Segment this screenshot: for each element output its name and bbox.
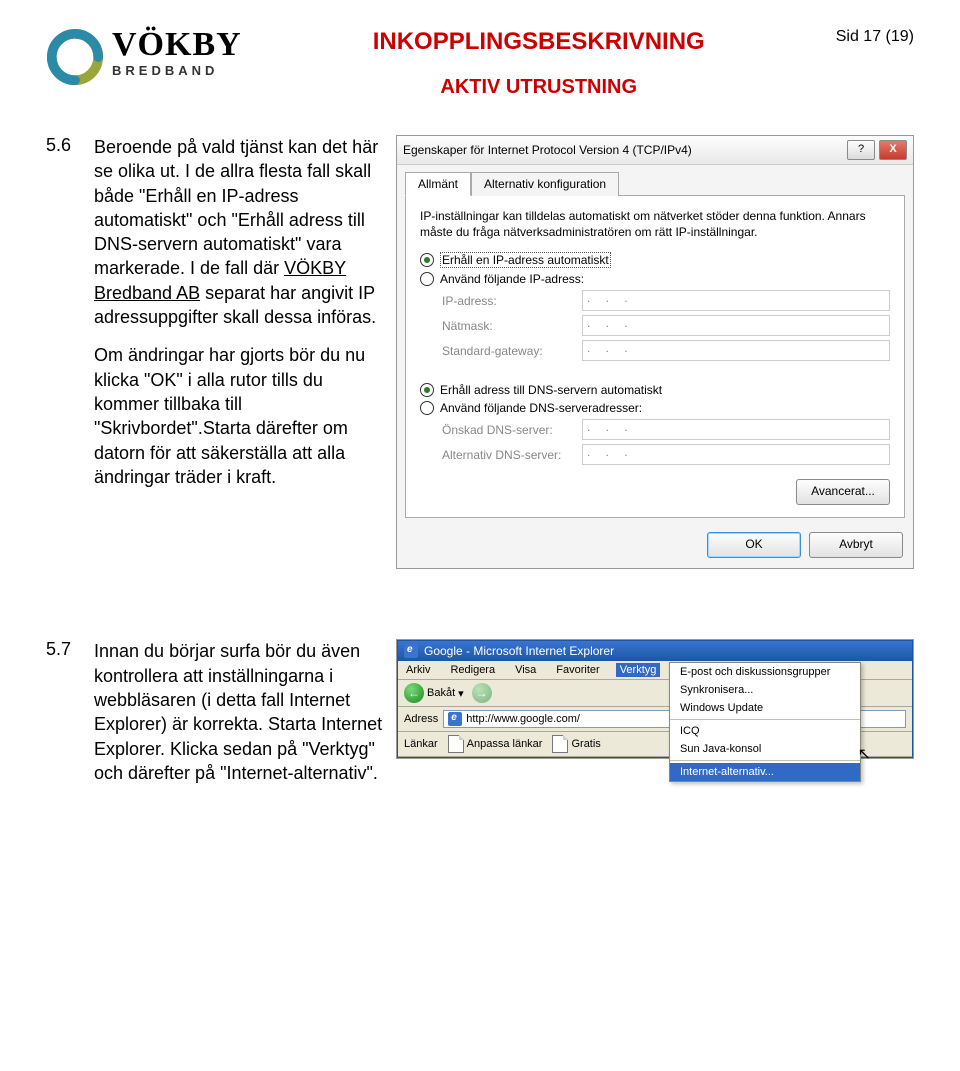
- tcpip-dialog-screenshot: Egenskaper för Internet Protocol Version…: [396, 135, 914, 569]
- dns1-input[interactable]: . . .: [582, 419, 890, 440]
- forward-button[interactable]: →: [472, 683, 492, 703]
- dns2-input[interactable]: . . .: [582, 444, 890, 465]
- close-button[interactable]: X: [879, 140, 907, 160]
- doc-subtitle: AKTIV UTRUSTNING: [242, 76, 836, 99]
- back-arrow-icon: ←: [404, 683, 424, 703]
- logo-name: VÖKBY: [112, 28, 242, 62]
- step-text-p2: Om ändringar har gjorts bör du nu klicka…: [94, 343, 384, 489]
- radio-obtain-dns[interactable]: Erhåll adress till DNS-servern automatis…: [420, 383, 890, 397]
- gateway-label: Standard-gateway:: [442, 344, 582, 358]
- cursor-icon: ↖: [858, 744, 871, 764]
- radio-label: Erhåll en IP-adress automatiskt: [440, 252, 611, 268]
- dialog-title: Egenskaper för Internet Protocol Version…: [403, 143, 692, 157]
- ip-input[interactable]: . . .: [582, 290, 890, 311]
- step-number: 5.6: [46, 135, 82, 156]
- menu-favoriter[interactable]: Favoriter: [552, 663, 603, 677]
- ie-window-title: Google - Microsoft Internet Explorer: [424, 644, 614, 658]
- dd-item-icq[interactable]: ICQ: [670, 722, 860, 740]
- step-5-6: 5.6 Beroende på vald tjänst kan det här …: [46, 135, 914, 569]
- page-icon: [552, 735, 568, 753]
- cancel-button[interactable]: Avbryt: [809, 532, 903, 558]
- gateway-input[interactable]: . . .: [582, 340, 890, 361]
- dd-item-update[interactable]: Windows Update: [670, 699, 860, 717]
- back-label: Bakåt: [427, 687, 455, 699]
- dd-item-sync[interactable]: Synkronisera...: [670, 681, 860, 699]
- logo-swirl-icon: [46, 28, 104, 86]
- radio-icon: [420, 253, 434, 267]
- dd-item-epost[interactable]: E-post och diskussionsgrupper: [670, 663, 860, 681]
- radio-label: Använd följande DNS-serveradresser:: [440, 401, 642, 415]
- dns2-label: Alternativ DNS-server:: [442, 448, 582, 462]
- dd-item-internet-options[interactable]: Internet-alternativ...: [670, 763, 860, 781]
- dns1-label: Önskad DNS-server:: [442, 423, 582, 437]
- link-gratis[interactable]: Gratis: [552, 735, 600, 753]
- radio-icon: [420, 383, 434, 397]
- menu-verktyg[interactable]: Verktyg: [616, 663, 661, 677]
- radio-label: Erhåll adress till DNS-servern automatis…: [440, 383, 662, 397]
- ip-label: IP-adress:: [442, 294, 582, 308]
- step-5-7: 5.7 Innan du börjar surfa bör du även ko…: [46, 639, 914, 799]
- netmask-label: Nätmask:: [442, 319, 582, 333]
- verktyg-dropdown: E-post och diskussionsgrupper Synkronise…: [669, 662, 861, 782]
- netmask-input[interactable]: . . .: [582, 315, 890, 336]
- advanced-button[interactable]: Avancerat...: [796, 479, 890, 505]
- dialog-titlebar[interactable]: Egenskaper för Internet Protocol Version…: [397, 136, 913, 165]
- step-text: Innan du börjar surfa bör du även kontro…: [94, 639, 384, 785]
- menu-arkiv[interactable]: Arkiv: [402, 663, 434, 677]
- dd-item-java[interactable]: Sun Java-konsol: [670, 740, 860, 758]
- step-body: Innan du börjar surfa bör du även kontro…: [94, 639, 384, 799]
- step-number: 5.7: [46, 639, 82, 660]
- radio-icon: [420, 272, 434, 286]
- links-label: Länkar: [404, 738, 438, 750]
- address-label: Adress: [404, 713, 438, 725]
- logo-subtitle: BREDBAND: [112, 64, 242, 77]
- radio-icon: [420, 401, 434, 415]
- page-icon: [448, 735, 464, 753]
- ie-favicon-icon: [404, 644, 418, 658]
- back-button[interactable]: ← Bakåt ▾: [404, 683, 464, 703]
- dd-separator: [670, 719, 860, 720]
- ie-titlebar[interactable]: Google - Microsoft Internet Explorer: [398, 641, 912, 661]
- help-button[interactable]: ?: [847, 140, 875, 160]
- radio-use-ip[interactable]: Använd följande IP-adress:: [420, 272, 890, 286]
- step-body: Beroende på vald tjänst kan det här se o…: [94, 135, 384, 503]
- dialog-description: IP-inställningar kan tilldelas automatis…: [420, 208, 890, 240]
- radio-label: Använd följande IP-adress:: [440, 272, 584, 286]
- menu-visa[interactable]: Visa: [511, 663, 540, 677]
- tab-general[interactable]: Allmänt: [405, 172, 471, 196]
- radio-obtain-ip[interactable]: Erhåll en IP-adress automatiskt: [420, 252, 890, 268]
- logo: VÖKBY BREDBAND: [46, 28, 242, 86]
- tab-alt-config[interactable]: Alternativ konfiguration: [471, 172, 619, 196]
- dd-separator: [670, 760, 860, 761]
- page-number: Sid 17 (19): [836, 28, 914, 46]
- page-favicon-icon: [448, 712, 462, 726]
- chevron-down-icon: ▾: [458, 687, 464, 700]
- ie-screenshot: Google - Microsoft Internet Explorer Ark…: [396, 639, 914, 759]
- radio-use-dns[interactable]: Använd följande DNS-serveradresser:: [420, 401, 890, 415]
- doc-title: INKOPPLINGSBESKRIVNING: [242, 28, 836, 56]
- ok-button[interactable]: OK: [707, 532, 801, 558]
- menu-redigera[interactable]: Redigera: [446, 663, 499, 677]
- url-text: http://www.google.com/: [466, 713, 580, 725]
- link-anpassa[interactable]: Anpassa länkar: [448, 735, 543, 753]
- page-header: VÖKBY BREDBAND INKOPPLINGSBESKRIVNING AK…: [46, 28, 914, 99]
